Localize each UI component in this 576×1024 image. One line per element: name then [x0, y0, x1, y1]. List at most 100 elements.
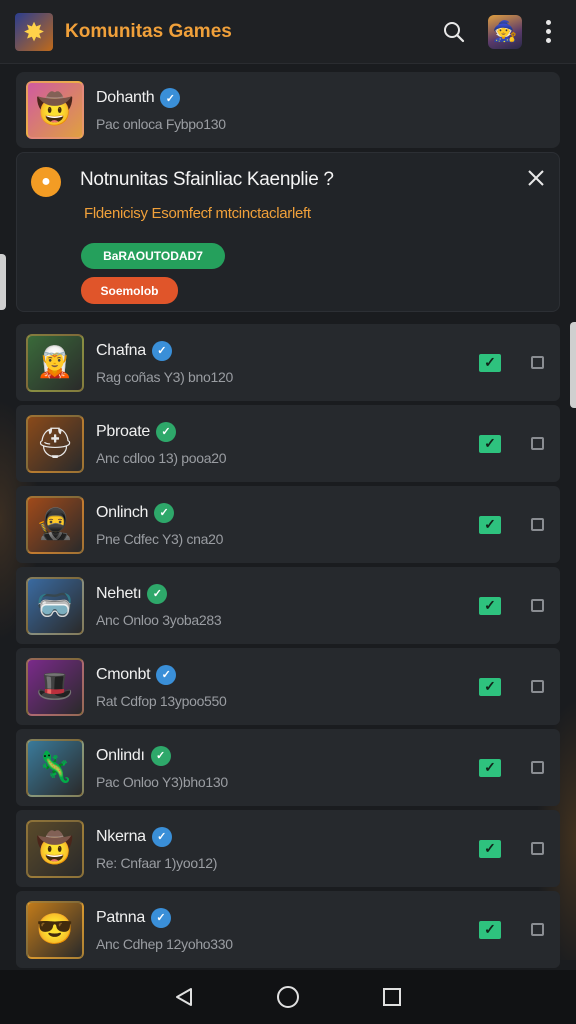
more-vert-icon[interactable]	[536, 17, 560, 47]
game-subtitle: Anc Cdhep 12yoho330	[96, 935, 233, 952]
avatar[interactable]: 🧙	[488, 14, 522, 49]
game-meta: Pbroate ✓ Anc cdloo 13) pooa20	[96, 421, 227, 466]
featured-game-row[interactable]: 🤠 Dohanth ✓ Pac onloca Fybpo130	[16, 72, 560, 148]
game-meta: Nehetı ✓ Anc Onloo 3yoba283	[96, 583, 222, 628]
promo-description: Fldenicisy Esomfecf mtcinctaclarleft	[84, 205, 311, 222]
list-item[interactable]: 🧝 Chafna ✓ Rag coñas Y3) bno120 ✓	[16, 324, 560, 401]
verified-badge-icon: ✓	[151, 340, 172, 361]
game-thumbnail: ⛑	[26, 414, 84, 473]
top-app-bar: ✸ Komunitas Games 🧙	[0, 0, 576, 64]
verified-badge-icon: ✓	[150, 745, 171, 766]
verified-badge-icon: ✓	[155, 421, 176, 442]
verified-badge-icon: ✓	[160, 88, 181, 108]
nav-home-icon[interactable]	[236, 970, 340, 1024]
checkbox[interactable]	[531, 842, 544, 855]
list-item[interactable]: 🥷 Onlinch ✓ Pne Cdfec Y3) cna20 ✓	[16, 486, 560, 563]
checkbox[interactable]	[531, 437, 544, 450]
featured-game-name: Dohanth	[96, 89, 155, 106]
chat-bubble-icon: ●	[31, 167, 61, 197]
featured-game-thumbnail: 🤠	[26, 81, 84, 139]
game-meta: Cmonbt ✓ Rat Cdfop 13ypoo550	[96, 664, 227, 709]
game-thumbnail: 🥷	[26, 495, 84, 554]
checkbox[interactable]	[531, 680, 544, 693]
verified-badge-icon: ✓	[150, 907, 171, 928]
checked-checkbox-icon[interactable]: ✓	[479, 758, 501, 777]
game-row-actions: ✓	[479, 839, 560, 858]
game-name: Chafna	[96, 341, 146, 359]
game-meta: Patnna ✓ Anc Cdhep 12yoho330	[96, 907, 233, 952]
list-item[interactable]: ⛑ Pbroate ✓ Anc cdloo 13) pooa20 ✓	[16, 405, 560, 482]
checkbox[interactable]	[531, 923, 544, 936]
game-thumbnail: 🎩	[26, 657, 84, 716]
list-item[interactable]: 🦎 Onlindı ✓ Pac Onloo Y3)bho130 ✓	[16, 729, 560, 806]
close-icon[interactable]	[525, 167, 547, 189]
game-name: Onlindı	[96, 746, 145, 764]
list-item[interactable]: 🤠 Nkerna ✓ Re: Cnfaar 1)yoo12) ✓	[16, 810, 560, 887]
app-title: Komunitas Games	[65, 20, 232, 42]
game-row-actions: ✓	[479, 677, 560, 696]
game-row-actions: ✓	[479, 758, 560, 777]
verified-badge-icon: ✓	[156, 664, 177, 685]
game-thumbnail: 🦎	[26, 738, 84, 797]
list-item[interactable]: 🎩 Cmonbt ✓ Rat Cdfop 13ypoo550 ✓	[16, 648, 560, 725]
game-name: Pbroate	[96, 422, 150, 440]
checked-checkbox-icon[interactable]: ✓	[479, 677, 501, 696]
checked-checkbox-icon[interactable]: ✓	[479, 920, 501, 939]
game-subtitle: Rag coñas Y3) bno120	[96, 368, 233, 385]
checked-checkbox-icon[interactable]: ✓	[479, 596, 501, 615]
game-name: Patnna	[96, 908, 145, 926]
game-subtitle: Anc cdloo 13) pooa20	[96, 449, 227, 466]
game-list: 🧝 Chafna ✓ Rag coñas Y3) bno120 ✓ ⛑ Pbro…	[16, 324, 560, 972]
checkbox[interactable]	[531, 599, 544, 612]
top-actions: 🧙	[440, 14, 576, 49]
search-icon[interactable]	[440, 18, 468, 46]
game-thumbnail: 🥽	[26, 576, 84, 635]
game-subtitle: Anc Onloo 3yoba283	[96, 611, 222, 628]
checkbox[interactable]	[531, 356, 544, 369]
featured-game-card[interactable]: 🤠 Dohanth ✓ Pac onloca Fybpo130	[16, 72, 560, 148]
game-row-actions: ✓	[479, 353, 560, 372]
game-name: Cmonbt	[96, 665, 151, 683]
scrollbar[interactable]	[570, 322, 576, 408]
nav-back-icon[interactable]	[132, 970, 236, 1024]
game-thumbnail: 🤠	[26, 819, 84, 878]
app-logo-icon: ✸	[15, 12, 53, 51]
featured-game-subtitle: Pac onloca Fybpo130	[96, 116, 226, 132]
promo-card: ● Notnunitas Sfainliac Kaenplie ? Fldeni…	[16, 152, 560, 312]
game-thumbnail: 🧝	[26, 333, 84, 392]
game-subtitle: Rat Cdfop 13ypoo550	[96, 692, 227, 709]
checked-checkbox-icon[interactable]: ✓	[479, 515, 501, 534]
edge-handle-left[interactable]	[0, 254, 6, 310]
verified-badge-icon: ✓	[154, 502, 175, 523]
game-name: Nkerna	[96, 827, 146, 845]
game-name: Onlinch	[96, 503, 149, 521]
list-item[interactable]: 🥽 Nehetı ✓ Anc Onloo 3yoba283 ✓	[16, 567, 560, 644]
game-name: Nehetı	[96, 584, 142, 602]
game-meta: Onlinch ✓ Pne Cdfec Y3) cna20	[96, 502, 224, 547]
game-subtitle: Re: Cnfaar 1)yoo12)	[96, 854, 218, 871]
game-row-actions: ✓	[479, 596, 560, 615]
checked-checkbox-icon[interactable]: ✓	[479, 839, 501, 858]
game-row-actions: ✓	[479, 434, 560, 453]
system-nav-bar	[0, 970, 576, 1024]
promo-primary-button[interactable]: BaRAOUTODAD7	[81, 243, 225, 269]
verified-badge-icon: ✓	[147, 583, 168, 604]
game-thumbnail: 😎	[26, 900, 84, 959]
featured-game-meta: Dohanth ✓ Pac onloca Fybpo130	[96, 88, 226, 132]
checkbox[interactable]	[531, 518, 544, 531]
checked-checkbox-icon[interactable]: ✓	[479, 353, 501, 372]
game-row-actions: ✓	[479, 920, 560, 939]
list-item[interactable]: 😎 Patnna ✓ Anc Cdhep 12yoho330 ✓	[16, 891, 560, 968]
game-meta: Nkerna ✓ Re: Cnfaar 1)yoo12)	[96, 826, 218, 871]
game-subtitle: Pne Cdfec Y3) cna20	[96, 530, 224, 547]
game-subtitle: Pac Onloo Y3)bho130	[96, 773, 228, 790]
checkbox[interactable]	[531, 761, 544, 774]
nav-recents-icon[interactable]	[340, 970, 444, 1024]
game-meta: Onlindı ✓ Pac Onloo Y3)bho130	[96, 745, 228, 790]
checked-checkbox-icon[interactable]: ✓	[479, 434, 501, 453]
promo-secondary-button[interactable]: Soemolob	[81, 277, 178, 304]
verified-badge-icon: ✓	[151, 826, 172, 847]
game-meta: Chafna ✓ Rag coñas Y3) bno120	[96, 340, 233, 385]
game-row-actions: ✓	[479, 515, 560, 534]
promo-title: Notnunitas Sfainliac Kaenplie ?	[80, 169, 334, 190]
